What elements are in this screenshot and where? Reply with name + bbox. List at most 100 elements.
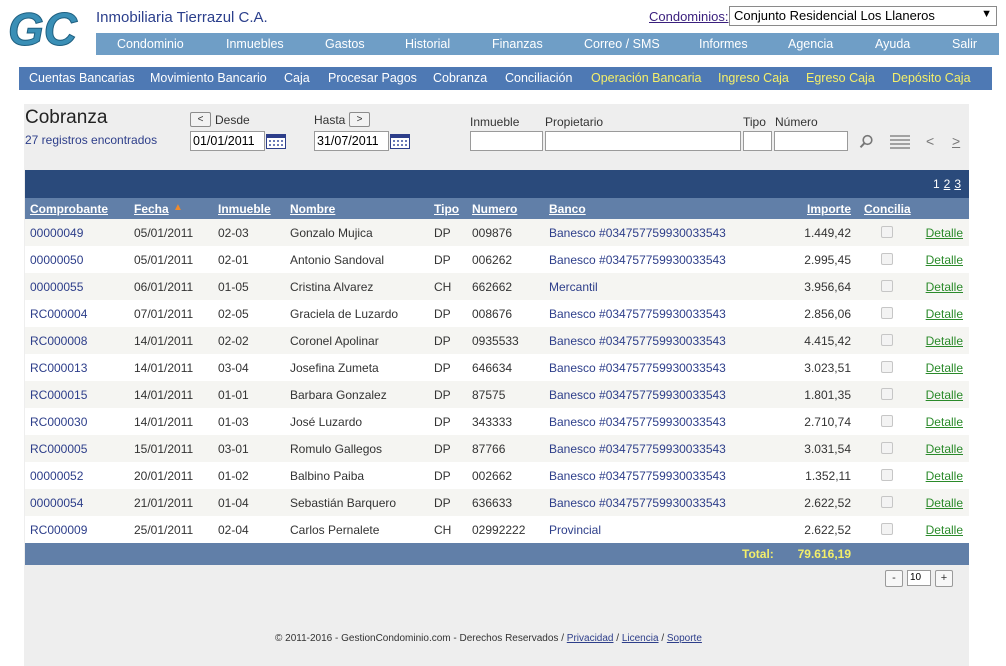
numero-filter-input[interactable] (774, 131, 848, 151)
nav-gastos[interactable]: Gastos (325, 37, 365, 51)
cobranza-table: 123 Comprobante Fecha ▲ Inmueble Nombre … (25, 170, 969, 565)
nav-condominio[interactable]: Condominio (117, 37, 184, 51)
search-icon[interactable] (859, 134, 874, 149)
cell-comprobante[interactable]: RC000008 (30, 334, 87, 348)
col-concilia[interactable]: Concilia (864, 202, 911, 216)
concilia-checkbox[interactable] (881, 496, 893, 508)
next-period-button[interactable]: > (349, 112, 370, 127)
nav-inmuebles[interactable]: Inmuebles (226, 37, 284, 51)
calendar-icon[interactable] (390, 134, 410, 149)
nav-correo-sms[interactable]: Correo / SMS (584, 37, 660, 51)
concilia-checkbox[interactable] (881, 253, 893, 265)
next-record-button[interactable]: > (952, 133, 960, 149)
concilia-checkbox[interactable] (881, 388, 893, 400)
cell-comprobante[interactable]: 00000050 (30, 253, 83, 267)
condominio-select[interactable]: Conjunto Residencial Los Llaneros ▼ (729, 6, 997, 26)
cell-numero: 87766 (472, 442, 506, 456)
nav-agencia[interactable]: Agencia (788, 37, 833, 51)
cell-comprobante[interactable]: 00000054 (30, 496, 83, 510)
nav-salir[interactable]: Salir (952, 37, 977, 51)
increase-rows-button[interactable]: + (935, 570, 953, 587)
subnav-operacion-bancaria[interactable]: Operación Bancaria (591, 71, 701, 85)
subnav-deposito-caja[interactable]: Depósito Caja (892, 71, 971, 85)
concilia-checkbox[interactable] (881, 523, 893, 535)
footer-privacidad-link[interactable]: Privacidad (567, 633, 614, 644)
nav-historial[interactable]: Historial (405, 37, 450, 51)
decrease-rows-button[interactable]: - (885, 570, 903, 587)
desde-label: Desde (215, 113, 250, 127)
propietario-filter-input[interactable] (545, 131, 741, 151)
footer-licencia-link[interactable]: Licencia (622, 633, 659, 644)
nav-ayuda[interactable]: Ayuda (875, 37, 910, 51)
rows-per-page-input[interactable]: 10 (907, 570, 931, 586)
col-importe[interactable]: Importe (807, 202, 851, 216)
concilia-checkbox[interactable] (881, 307, 893, 319)
condominios-link[interactable]: Condominios: (649, 9, 729, 24)
nav-informes[interactable]: Informes (699, 37, 748, 51)
tipo-filter-input[interactable] (743, 131, 772, 151)
subnav-egreso-caja[interactable]: Egreso Caja (806, 71, 875, 85)
detalle-link[interactable]: Detalle (926, 280, 963, 294)
cell-comprobante[interactable]: RC000015 (30, 388, 87, 402)
page-link-2[interactable]: 2 (944, 177, 951, 191)
nav-finanzas[interactable]: Finanzas (492, 37, 543, 51)
detalle-link[interactable]: Detalle (926, 361, 963, 375)
inmueble-filter-input[interactable] (470, 131, 543, 151)
detalle-link[interactable]: Detalle (926, 307, 963, 321)
subnav-cobranza[interactable]: Cobranza (433, 71, 487, 85)
concilia-checkbox[interactable] (881, 415, 893, 427)
detalle-link[interactable]: Detalle (926, 334, 963, 348)
hasta-date-field[interactable]: 31/07/2011 (314, 131, 389, 151)
detalle-link[interactable]: Detalle (926, 442, 963, 456)
calendar-icon[interactable] (266, 134, 286, 149)
detalle-link[interactable]: Detalle (926, 415, 963, 429)
cell-comprobante[interactable]: 00000052 (30, 469, 83, 483)
cell-comprobante[interactable]: RC000009 (30, 523, 87, 537)
cell-nombre: Graciela de Luzardo (290, 307, 399, 321)
concilia-checkbox[interactable] (881, 280, 893, 292)
cell-comprobante[interactable]: RC000030 (30, 415, 87, 429)
prev-period-button[interactable]: < (190, 112, 211, 127)
cell-comprobante[interactable]: 00000049 (30, 226, 83, 240)
col-banco[interactable]: Banco (549, 202, 586, 216)
col-comprobante[interactable]: Comprobante (30, 202, 108, 216)
col-numero[interactable]: Numero (472, 202, 517, 216)
cell-comprobante[interactable]: 00000055 (30, 280, 83, 294)
concilia-checkbox[interactable] (881, 469, 893, 481)
previous-record-button[interactable]: < (926, 133, 934, 149)
total-bar: Total: 79.616,19 (25, 543, 969, 565)
cell-nombre: Cristina Alvarez (290, 280, 374, 294)
cell-banco: Banesco #034757759930033543 (549, 253, 726, 267)
cell-fecha: 05/01/2011 (134, 253, 194, 267)
desde-date-field[interactable]: 01/01/2011 (190, 131, 265, 151)
list-icon[interactable] (890, 134, 910, 149)
subnav-conciliacion[interactable]: Conciliación (505, 71, 572, 85)
concilia-checkbox[interactable] (881, 442, 893, 454)
concilia-checkbox[interactable] (881, 361, 893, 373)
concilia-checkbox[interactable] (881, 226, 893, 238)
cell-comprobante[interactable]: RC000005 (30, 442, 87, 456)
subnav-caja[interactable]: Caja (284, 71, 310, 85)
footer-soporte-link[interactable]: Soporte (667, 633, 702, 644)
detalle-link[interactable]: Detalle (926, 496, 963, 510)
subnav-movimiento-bancario[interactable]: Movimiento Bancario (150, 71, 267, 85)
subnav-ingreso-caja[interactable]: Ingreso Caja (718, 71, 789, 85)
concilia-checkbox[interactable] (881, 334, 893, 346)
svg-text:GC: GC (8, 3, 78, 54)
col-inmueble[interactable]: Inmueble (218, 202, 271, 216)
detalle-link[interactable]: Detalle (926, 523, 963, 537)
col-nombre[interactable]: Nombre (290, 202, 335, 216)
page-link-3[interactable]: 3 (954, 177, 961, 191)
cell-comprobante[interactable]: RC000013 (30, 361, 87, 375)
detalle-link[interactable]: Detalle (926, 253, 963, 267)
detalle-link[interactable]: Detalle (926, 226, 963, 240)
col-tipo[interactable]: Tipo (434, 202, 459, 216)
cell-fecha: 25/01/2011 (134, 523, 194, 537)
cell-comprobante[interactable]: RC000004 (30, 307, 87, 321)
subnav-cuentas-bancarias[interactable]: Cuentas Bancarias (29, 71, 135, 85)
cell-banco: Banesco #034757759930033543 (549, 307, 726, 321)
col-fecha[interactable]: Fecha (134, 202, 169, 216)
detalle-link[interactable]: Detalle (926, 469, 963, 483)
detalle-link[interactable]: Detalle (926, 388, 963, 402)
subnav-procesar-pagos[interactable]: Procesar Pagos (328, 71, 417, 85)
